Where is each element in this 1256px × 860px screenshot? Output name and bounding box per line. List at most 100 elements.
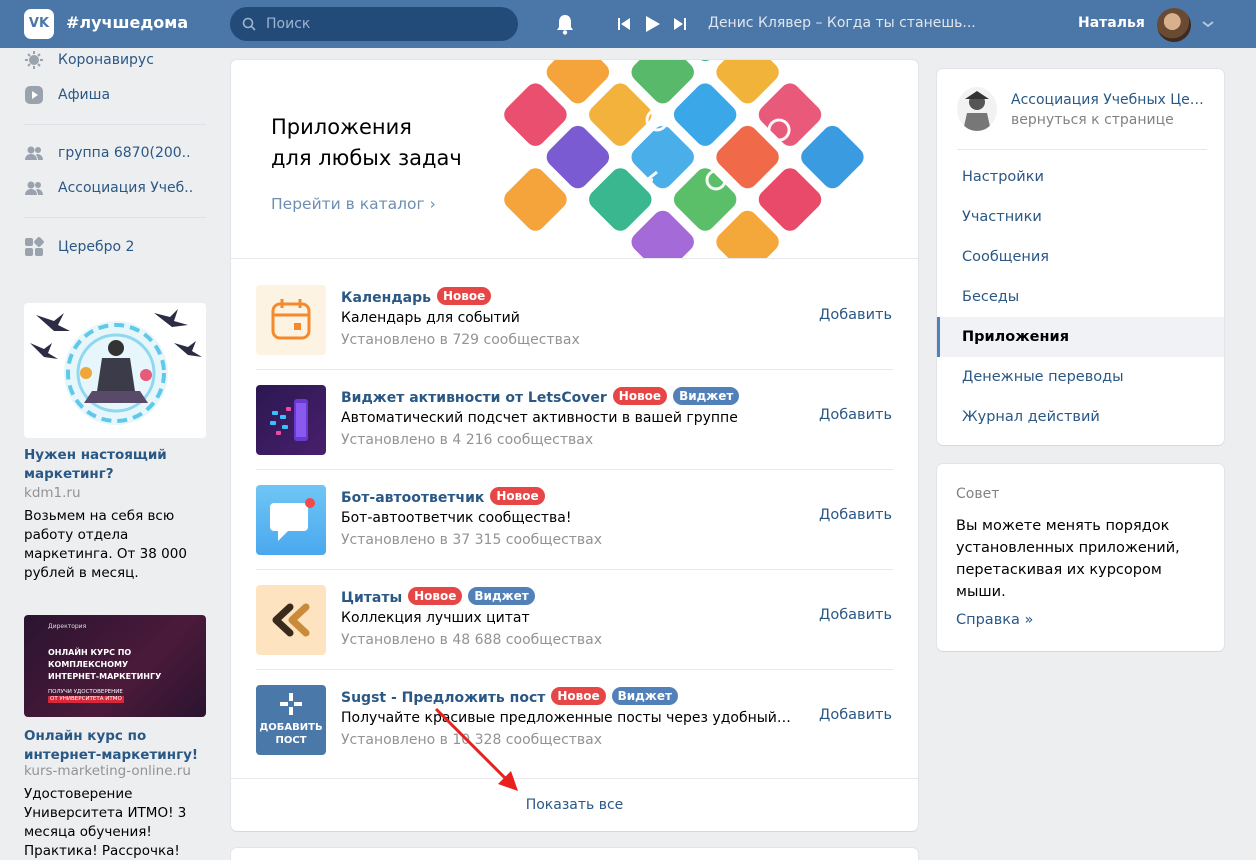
widget-badge: Виджет [468, 587, 535, 605]
tip-title: Совет [956, 486, 1000, 502]
new-badge: Новое [436, 287, 492, 305]
search-icon [242, 17, 256, 31]
app-name[interactable]: Бот-автоответчик Новое [341, 487, 545, 506]
user-name[interactable]: Наталья [1078, 15, 1145, 31]
group-icon [25, 146, 43, 160]
tip-text: Вы можете менять порядок установленных п… [956, 518, 1180, 600]
ad-illustration [30, 309, 202, 425]
apps-catalog-card: Приложения для любых задач Перейти в ката… [231, 60, 918, 831]
suggest-post-icon[interactable]: ДОБАВИТЬ ПОСТ [256, 685, 326, 755]
menu-item-money-transfers[interactable]: Денежные переводы [937, 357, 1224, 397]
back-to-page-link[interactable]: вернуться к странице [1011, 112, 1174, 128]
add-app-button[interactable]: Добавить [819, 407, 892, 423]
search-input[interactable]: Поиск [230, 7, 518, 41]
ad-text: Возьмем на себя всю работу отдела маркет… [24, 508, 187, 581]
ad-domain: kurs-marketing-online.ru [24, 763, 191, 779]
app-row: ДОБАВИТЬ ПОСТ Sugst - Предложить пост Ново… [256, 660, 893, 760]
app-description: Календарь для событий [341, 310, 520, 326]
app-row: Виджет активности от LetsCover Новое Видже… [256, 360, 893, 460]
vk-logo-icon[interactable]: VK [24, 9, 54, 39]
now-playing-track[interactable]: Денис Клявер – Когда ты станешь... [708, 15, 976, 31]
suggest-post-icon-text: ДОБАВИТЬ ПОСТ [259, 722, 323, 746]
tip-card: Совет Вы можете менять порядок установле… [937, 464, 1224, 651]
app-name[interactable]: Цитаты Новое Виджет [341, 587, 535, 606]
community-settings-menu: Ассоциация Учебных Центров вернуться к с… [937, 69, 1224, 445]
notifications-bell-icon[interactable] [554, 12, 576, 36]
apps-icon [25, 237, 44, 256]
add-app-button[interactable]: Добавить [819, 307, 892, 323]
new-badge: Новое [408, 587, 463, 605]
chat-bot-icon[interactable] [256, 485, 326, 555]
app-name[interactable]: Виджет активности от LetsCover Новое Видже… [341, 387, 740, 406]
chevron-down-icon[interactable] [1201, 19, 1215, 29]
widget-badge: Виджет [673, 387, 740, 405]
app-description: Автоматический подсчет активности в ваше… [341, 410, 738, 426]
sidebar-divider [24, 217, 206, 218]
chevron-right-icon: › [429, 195, 436, 213]
calendar-icon[interactable] [256, 285, 326, 355]
next-card [231, 848, 918, 860]
menu-item-apps[interactable]: Приложения [937, 317, 1224, 357]
menu-item-chats[interactable]: Беседы [937, 277, 1224, 317]
help-link[interactable]: Справка » [956, 612, 1033, 628]
menu-item-messages[interactable]: Сообщения [937, 237, 1224, 277]
app-installs: Установлено в 4 216 сообществах [341, 432, 594, 448]
menu-item-action-log[interactable]: Журнал действий [937, 397, 1224, 437]
app-description: Коллекция лучших цитат [341, 610, 530, 626]
new-badge: Новое [612, 387, 668, 405]
group-avatar[interactable] [957, 87, 997, 131]
previous-track-icon [618, 18, 630, 30]
catalog-link[interactable]: Перейти в каталог › [271, 195, 436, 213]
next-track-icon [674, 18, 686, 30]
sidebar-item-label: группа 6870(200.. [58, 145, 191, 161]
player-controls[interactable] [616, 14, 696, 34]
app-name[interactable]: Календарь Новое [341, 287, 492, 306]
brand-hashtag[interactable]: #лучшедома [66, 13, 188, 32]
top-bar: VK #лучшедома Поиск Денис Клявер – Когда… [0, 0, 1256, 48]
menu-item-settings[interactable]: Настройки [937, 157, 1224, 197]
ad-image-itmo[interactable]: Директория ОНЛАЙН КУРС ПО КОМПЛЕКСНОМУ ИНТ… [24, 615, 206, 717]
app-name[interactable]: Sugst - Предложить пост Новое Виджет [341, 687, 678, 706]
app-installs: Установлено в 48 688 сообществах [341, 632, 603, 648]
ad-image-kdm1[interactable] [24, 303, 206, 438]
ad-image-headline: ОНЛАЙН КУРС ПО КОМПЛЕКСНОМУ ИНТЕРНЕТ-МАРКЕ… [48, 648, 162, 681]
app-installs: Установлено в 10 328 сообществах [341, 732, 603, 748]
add-app-button[interactable]: Добавить [819, 507, 892, 523]
sidebar-item-cerebro[interactable]: Церебро 2 [24, 235, 214, 259]
menu-divider [957, 149, 1207, 150]
menu-item-members[interactable]: Участники [937, 197, 1224, 237]
user-avatar[interactable] [1157, 8, 1191, 42]
new-badge: Новое [490, 487, 545, 505]
sidebar-item-label: Ассоциация Учеб.. [58, 180, 194, 196]
app-installs: Установлено в 729 сообществах [341, 332, 580, 348]
group-name-link[interactable]: Ассоциация Учебных Центров [1011, 92, 1211, 108]
banner-title: Приложения для любых задач [271, 115, 462, 170]
app-installs: Установлено в 37 315 сообществах [341, 532, 603, 548]
sidebar-item-coronavirus[interactable]: Коронавирус [24, 48, 214, 72]
app-description: Получайте красивые предложенные посты че… [341, 710, 791, 726]
sidebar-item-group-6870[interactable]: группа 6870(200.. [24, 141, 214, 165]
quotes-icon[interactable] [256, 585, 326, 655]
show-all-button[interactable]: Показать все [231, 778, 918, 831]
banner-app-tiles [504, 60, 864, 258]
app-row: Календарь Новое Календарь для событий Уст… [256, 260, 893, 360]
play-icon [25, 86, 43, 104]
widget-badge: Виджет [611, 687, 678, 705]
sidebar-item-label: Афиша [58, 87, 111, 103]
search-placeholder: Поиск [266, 16, 311, 32]
app-row: Цитаты Новое Виджет Коллекция лучших цитат… [256, 560, 893, 660]
sidebar-divider [24, 124, 206, 125]
ad-title[interactable]: Онлайн курс по интернет-маркетингу! [24, 727, 209, 765]
sidebar-item-label: Коронавирус [58, 52, 154, 68]
app-description: Бот-автоответчик сообщества! [341, 510, 572, 526]
add-app-button[interactable]: Добавить [819, 707, 892, 723]
group-icon [25, 181, 43, 195]
app-row: Бот-автоответчик Новое Бот-автоответчик с… [256, 460, 893, 560]
ad-image-brand: Директория [48, 623, 87, 630]
virus-icon [25, 51, 43, 69]
ad-title[interactable]: Нужен настоящий маркетинг? [24, 446, 209, 484]
sidebar-item-association[interactable]: Ассоциация Учеб.. [24, 176, 214, 200]
sidebar-item-afisha[interactable]: Афиша [24, 83, 214, 107]
activity-widget-icon[interactable] [256, 385, 326, 455]
add-app-button[interactable]: Добавить [819, 607, 892, 623]
